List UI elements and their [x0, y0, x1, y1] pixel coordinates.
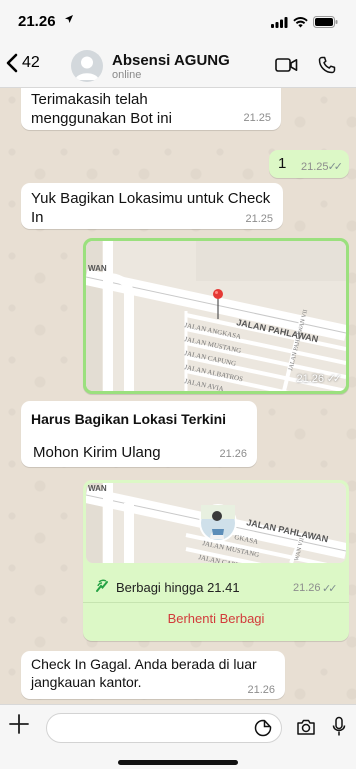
map-label: WAN	[88, 264, 107, 273]
map-image: WAN JALAN PAHLAWAN JALAN ANGKASA JALAN M…	[86, 241, 346, 391]
camera-icon	[297, 719, 315, 735]
chat-area[interactable]: Terimakasih telah menggunakan Bot ini 21…	[0, 88, 356, 704]
live-location-map[interactable]: WAN JALAN PAHLAWAN GKASA JALAN MUSTANG J…	[86, 483, 346, 563]
read-receipt-icon: ✓✓	[327, 161, 344, 173]
live-location-caption: Berbagi hingga 21.41	[116, 580, 240, 595]
message-text: Mohon Kirim Ulang	[33, 444, 161, 461]
live-location-message[interactable]: WAN JALAN PAHLAWAN GKASA JALAN MUSTANG J…	[83, 480, 349, 641]
camera-button[interactable]	[296, 718, 316, 741]
message-incoming[interactable]: Terimakasih telah menggunakan Bot ini 21…	[21, 88, 281, 130]
map-image: WAN JALAN PAHLAWAN GKASA JALAN MUSTANG J…	[86, 483, 346, 563]
message-text: Terimakasih telah menggunakan Bot ini	[31, 91, 172, 127]
video-camera-icon	[275, 58, 298, 72]
avatar[interactable]	[71, 50, 103, 82]
message-composer	[0, 704, 356, 769]
video-call-button[interactable]	[275, 57, 298, 78]
sticker-icon	[254, 719, 272, 737]
status-bar: 21.26	[0, 0, 356, 44]
contact-status: online	[112, 69, 142, 81]
attach-button[interactable]	[8, 713, 30, 739]
message-title: Harus Bagikan Lokasi Terkini	[31, 411, 227, 427]
message-incoming[interactable]: Harus Bagikan Lokasi Terkini Mohon Kirim…	[21, 401, 257, 467]
message-text: 1	[278, 155, 287, 172]
message-time: 21.26	[293, 582, 321, 594]
message-time: 21.25	[243, 112, 271, 124]
message-time: 21.26	[219, 448, 247, 460]
location-message[interactable]: WAN JALAN PAHLAWAN JALAN ANGKASA JALAN M…	[83, 238, 349, 394]
home-indicator	[118, 760, 238, 765]
chevron-left-icon	[6, 53, 18, 73]
stop-sharing-button[interactable]: Berhenti Berbagi	[83, 611, 349, 626]
wifi-icon	[293, 16, 308, 27]
plus-icon	[9, 714, 29, 734]
status-indicators	[271, 16, 338, 28]
message-time: 21.25	[301, 161, 329, 173]
message-input[interactable]	[46, 713, 282, 743]
unread-count: 42	[22, 54, 40, 71]
live-signal-icon	[96, 579, 108, 592]
location-map[interactable]: WAN JALAN PAHLAWAN JALAN ANGKASA JALAN M…	[86, 241, 346, 391]
message-incoming[interactable]: Yuk Bagikan Lokasimu untuk Check In 21.2…	[21, 183, 283, 229]
chat-header: 42 Absensi AGUNG online	[0, 44, 356, 88]
read-receipt-icon: ✓✓	[326, 373, 343, 385]
back-button[interactable]: 42	[6, 53, 40, 73]
read-receipt-icon: ✓✓	[322, 583, 338, 595]
status-time: 21.26	[18, 13, 56, 30]
microphone-icon	[332, 716, 346, 736]
message-time: 21.25	[245, 213, 273, 225]
whatsapp-chat-screen: 21.26 42 Absensi AGUNG online Terimakasi…	[0, 0, 356, 769]
battery-icon	[313, 16, 338, 28]
divider	[83, 602, 349, 603]
contact-name[interactable]: Absensi AGUNG	[112, 52, 230, 69]
map-label: WAN	[88, 484, 107, 493]
message-text: Check In Gagal. Anda berada di luar jang…	[31, 656, 257, 690]
cell-signal-icon	[271, 16, 288, 28]
sticker-button[interactable]	[254, 719, 272, 742]
microphone-button[interactable]	[332, 716, 346, 743]
message-time: 21.26	[247, 684, 275, 696]
message-incoming[interactable]: Check In Gagal. Anda berada di luar jang…	[21, 651, 285, 699]
message-outgoing[interactable]: 1 21.25 ✓✓	[269, 150, 349, 178]
message-time: 21.26	[296, 373, 324, 385]
phone-icon	[318, 56, 336, 74]
location-arrow-icon	[64, 14, 74, 27]
live-location-avatar	[199, 504, 237, 542]
voice-call-button[interactable]	[318, 56, 336, 79]
